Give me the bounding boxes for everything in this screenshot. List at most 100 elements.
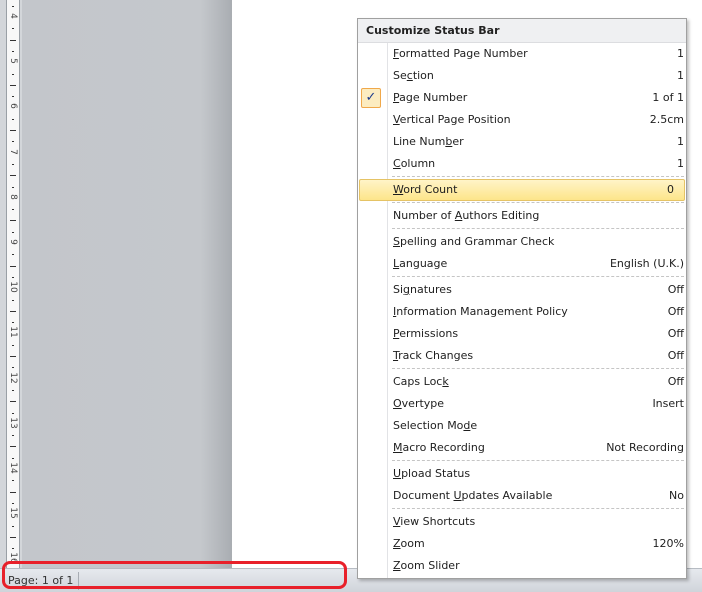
ruler-tick xyxy=(12,480,14,482)
ruler-tick xyxy=(12,209,14,211)
menu-item-selection-mode[interactable]: Selection Mode xyxy=(358,415,686,437)
menu-item-label: View Shortcuts xyxy=(393,515,476,528)
ruler-tick xyxy=(12,186,14,188)
ruler-tick xyxy=(12,276,14,278)
ruler-tick xyxy=(12,50,14,52)
menu-item-permissions[interactable]: Permissions Off xyxy=(358,323,686,345)
menu-item-label: Language xyxy=(393,257,448,270)
ruler-tick xyxy=(12,435,14,437)
menu-item-value: Not Recording xyxy=(606,441,684,454)
ruler-number: 7 xyxy=(8,148,18,155)
menu-item-value: Off xyxy=(667,283,684,296)
ruler-tick xyxy=(12,322,14,324)
menu-item-label: Vertical Page Position xyxy=(393,113,511,126)
menu-item-upload-status[interactable]: Upload Status xyxy=(358,463,686,485)
menu-item-value: Off xyxy=(667,375,684,388)
menu-item-value: 1 xyxy=(677,157,684,170)
ruler-tick xyxy=(10,175,16,177)
menu-title: Customize Status Bar xyxy=(358,19,686,43)
menu-item-label: Information Management Policy xyxy=(393,305,568,318)
menu-item-column[interactable]: Column 1 xyxy=(358,153,686,175)
menu-item-signatures[interactable]: Signatures Off xyxy=(358,279,686,301)
menu-item-view-shortcuts[interactable]: View Shortcuts xyxy=(358,511,686,533)
ruler-tick xyxy=(12,28,14,30)
ruler-tick xyxy=(10,536,16,538)
menu-item-vertical-page-position[interactable]: Vertical Page Position 2.5cm xyxy=(358,109,686,131)
menu-item-zoom-slider[interactable]: Zoom Slider xyxy=(358,555,686,577)
menu-item-label: Selection Mode xyxy=(393,419,478,432)
menu-item-label: Number of Authors Editing xyxy=(393,209,540,222)
menu-item-label: Word Count xyxy=(393,183,458,196)
menu-item-label: Spelling and Grammar Check xyxy=(393,235,555,248)
ruler-tick xyxy=(10,401,16,403)
menu-item-zoom[interactable]: Zoom 120% xyxy=(358,533,686,555)
menu-item-value: 1 xyxy=(677,135,684,148)
ruler-tick xyxy=(10,446,16,448)
menu-item-label: Permissions xyxy=(393,327,459,340)
menu-item-number-of-authors-editing[interactable]: Number of Authors Editing xyxy=(358,205,686,227)
ruler-tick xyxy=(12,163,14,165)
menu-item-macro-recording[interactable]: Macro Recording Not Recording xyxy=(358,437,686,459)
customize-status-bar-menu: Customize Status Bar Formatted Page Numb… xyxy=(357,18,687,579)
menu-item-label: Section xyxy=(393,69,434,82)
menu-item-spelling-and-grammar-check[interactable]: Spelling and Grammar Check xyxy=(358,231,686,253)
menu-item-overtype[interactable]: Overtype Insert xyxy=(358,393,686,415)
menu-item-track-changes[interactable]: Track Changes Off xyxy=(358,345,686,367)
ruler-number: 9 xyxy=(8,239,18,245)
ruler-tick xyxy=(12,548,14,550)
ruler-tick xyxy=(12,367,14,369)
ruler-tick xyxy=(12,118,14,120)
ruler-tick xyxy=(12,457,14,459)
menu-item-value: 1 xyxy=(677,47,684,60)
menu-item-section[interactable]: Section 1 xyxy=(358,65,686,87)
menu-item-page-number[interactable]: ✓ Page Number 1 of 1 xyxy=(358,87,686,109)
menu-items: Formatted Page Number 1 Section 1 ✓ Page Numb… xyxy=(358,43,686,577)
menu-item-label: Macro Recording xyxy=(393,441,485,454)
menu-item-label: Document Updates Available xyxy=(393,489,553,502)
checkmark-icon: ✓ xyxy=(361,88,381,108)
menu-item-value: 1 of 1 xyxy=(652,91,684,104)
ruler-tick xyxy=(10,310,16,312)
ruler-tick xyxy=(10,491,16,493)
ruler-number: 5 xyxy=(8,58,18,65)
menu-item-line-number[interactable]: Line Number 1 xyxy=(358,131,686,153)
menu-item-value: Off xyxy=(667,349,684,362)
menu-item-value: 2.5cm xyxy=(649,113,684,126)
menu-item-language[interactable]: Language English (U.K.) xyxy=(358,253,686,275)
document-background xyxy=(22,0,232,568)
ruler-tick xyxy=(12,525,14,527)
ruler-tick xyxy=(12,389,14,391)
menu-item-value: No xyxy=(669,489,684,502)
ruler-number: 10 xyxy=(8,281,18,293)
ruler-number: 4 xyxy=(8,13,18,19)
ruler-number: 13 xyxy=(8,417,18,429)
menu-item-label: Formatted Page Number xyxy=(393,47,528,60)
ruler-tick xyxy=(12,299,14,301)
ruler-tick xyxy=(10,84,16,86)
menu-item-formatted-page-number[interactable]: Formatted Page Number 1 xyxy=(358,43,686,65)
menu-item-label: Line Number xyxy=(393,135,464,148)
ruler-number: 15 xyxy=(8,507,18,519)
ruler-tick xyxy=(12,412,14,414)
menu-item-label: Overtype xyxy=(393,397,445,410)
vertical-ruler[interactable]: 4 5 6 7 8 9 10 11 12 13 14 15 16 xyxy=(0,0,22,568)
menu-item-label: Caps Lock xyxy=(393,375,449,388)
menu-item-information-management-policy[interactable]: Information Management Policy Off xyxy=(358,301,686,323)
ruler-number: 11 xyxy=(8,326,18,339)
red-highlight-annotation xyxy=(2,561,347,589)
menu-item-document-updates-available[interactable]: Document Updates Available No xyxy=(358,485,686,507)
menu-item-value: Off xyxy=(667,327,684,340)
menu-item-label: Signatures xyxy=(393,283,452,296)
ruler-tick xyxy=(10,265,16,267)
ruler-tick xyxy=(12,254,14,256)
ruler-tick xyxy=(10,356,16,357)
menu-item-caps-lock[interactable]: Caps Lock Off xyxy=(358,371,686,393)
ruler-number: 12 xyxy=(8,371,18,384)
menu-item-label: Upload Status xyxy=(393,467,471,480)
menu-item-label: Column xyxy=(393,157,436,170)
ruler-tick xyxy=(12,96,14,98)
ruler-tick xyxy=(12,231,14,233)
menu-item-label: Zoom xyxy=(393,537,425,550)
menu-item-word-count[interactable]: Word Count 0 xyxy=(359,179,685,201)
menu-item-value: 0 xyxy=(667,183,674,196)
